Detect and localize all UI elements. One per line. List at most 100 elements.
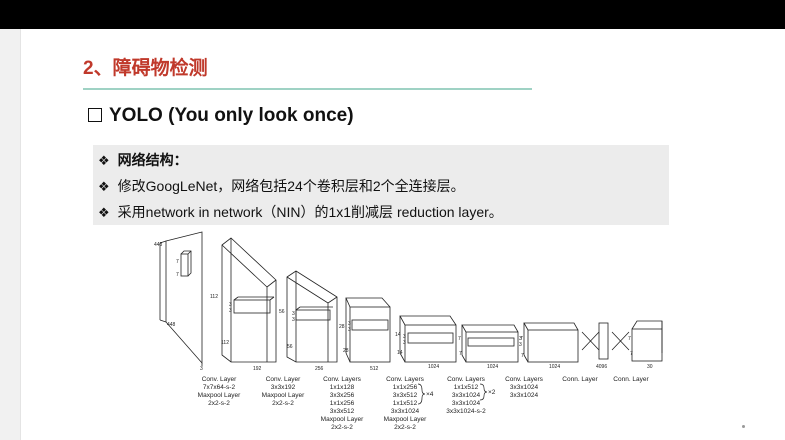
layer-label: 3x3x512	[330, 408, 355, 415]
layer-label: 1x1x512	[393, 400, 418, 407]
block6-edge	[523, 354, 529, 363]
block1-edge	[221, 244, 268, 288]
dim-label: 56	[287, 344, 293, 350]
layer-label: 1x1x256	[393, 384, 418, 391]
dim-label: 3	[348, 327, 351, 333]
input-kernel-box	[180, 253, 189, 277]
block3-top	[345, 297, 391, 308]
input-kernel-depth	[180, 250, 192, 277]
dim-label: 1024	[428, 364, 439, 370]
input-image-slab	[165, 231, 203, 365]
dim-label: 7	[628, 336, 631, 342]
layer-label: Conv. Layers	[505, 376, 544, 383]
block5-edge	[461, 354, 467, 363]
block5-top	[461, 324, 519, 333]
block5-kernel-box	[467, 337, 515, 347]
layer-label: Conn. Layer	[562, 376, 598, 383]
dim-label: 448	[154, 242, 163, 248]
dim-label: 448	[167, 322, 176, 328]
layer-label: Maxpool Layer	[262, 392, 305, 399]
repeat-count: ×2	[488, 389, 496, 396]
repeat-brace	[479, 383, 488, 401]
layer-label: 3x3x1024-s-2	[446, 408, 486, 415]
dim-label: 7	[176, 259, 179, 265]
dim-label: 1024	[549, 364, 560, 370]
dim-label: 28	[339, 324, 345, 330]
fc-layer-4096	[598, 322, 609, 360]
layer-label: 2x2-s-2	[208, 400, 230, 407]
dim-label: 3	[403, 340, 406, 346]
block4-top	[399, 315, 457, 326]
dim-label: 7	[176, 272, 179, 278]
layer-label: 3x3x1024	[510, 392, 539, 399]
dim-label: 56	[279, 309, 285, 315]
output-front	[631, 328, 663, 362]
block6-front	[527, 329, 579, 363]
layer-label: Maxpool Layer	[198, 392, 241, 399]
layer-label: Conv. Layers	[386, 376, 425, 383]
layer-label: 3x3x1024	[452, 400, 481, 407]
dim-label: 30	[647, 364, 653, 370]
block3-front	[349, 306, 391, 363]
layer-label: Maxpool Layer	[384, 416, 427, 423]
block5-front	[465, 331, 519, 363]
layer-label: 1x1x512	[454, 384, 479, 391]
slide-dot	[742, 425, 745, 428]
block2-edge	[327, 296, 338, 304]
block1-kernel-depth	[233, 296, 239, 301]
layer-label: 3x3x512	[393, 392, 418, 399]
layer-label: 3x3x192	[271, 384, 296, 391]
layer-label: Conv. Layer	[266, 376, 301, 383]
layer-label: 1x1x256	[330, 400, 355, 407]
block4-kernel-box	[407, 332, 454, 344]
block2-kernel-box	[295, 309, 331, 321]
dim-label: 14	[395, 332, 401, 338]
layer-label: Conv. Layers	[447, 376, 486, 383]
output-top	[631, 320, 663, 353]
dim-label: 256	[315, 366, 324, 372]
dim-label: 4096	[596, 364, 607, 370]
dim-label: 7	[521, 353, 524, 359]
dim-label: 192	[253, 366, 262, 372]
layer-label: 3x3x1024	[452, 392, 481, 399]
layer-label: Conv. Layer	[202, 376, 237, 383]
input-kernel-depth	[187, 250, 192, 255]
dim-label: 512	[370, 366, 379, 372]
dim-label: 112	[221, 340, 229, 346]
layer-label: Conn. Layer	[613, 376, 649, 383]
dim-label: 14	[397, 350, 403, 356]
repeat-count: ×4	[426, 391, 434, 398]
block1-kernel-depth	[269, 296, 275, 301]
dim-label: 3	[200, 366, 203, 372]
dim-label: 7	[459, 351, 462, 357]
repeat-brace	[417, 383, 426, 405]
block2-edge	[286, 276, 329, 304]
block4-front	[404, 324, 457, 363]
block1-kernel-box	[233, 299, 271, 314]
block3-edge	[345, 352, 351, 363]
block2-kernel-depth	[295, 306, 301, 311]
dim-label: 7	[520, 336, 523, 342]
dim-label: 3	[519, 342, 522, 348]
dim-label: 3	[229, 308, 232, 314]
block3-kernel-box	[351, 319, 389, 331]
input-edge	[159, 319, 167, 323]
dim-label: 7	[630, 351, 633, 357]
dim-label: 112	[210, 294, 218, 300]
layer-label: 3x3x256	[330, 392, 355, 399]
layer-label: 3x3x1024	[391, 408, 420, 415]
block6-top	[523, 322, 579, 331]
layer-label: 7x7x64-s-2	[203, 384, 236, 391]
layer-label: Conv. Layers	[323, 376, 362, 383]
layer-label: Maxpool Layer	[321, 416, 364, 423]
yolo-architecture-diagram: 448 448 3 7 7 112 112 192 3 3 56 56 256 …	[154, 231, 663, 431]
dim-label: 1024	[487, 364, 498, 370]
layer-label: 2x2-s-2	[331, 424, 353, 431]
layer-label: 2x2-s-2	[272, 400, 294, 407]
layer-label: 1x1x128	[330, 384, 355, 391]
dim-label: 28	[343, 348, 349, 354]
dim-label: 7	[458, 336, 461, 342]
layer-label: 3x3x1024	[510, 384, 539, 391]
block1-edge	[266, 279, 277, 288]
layer-label: 2x2-s-2	[394, 424, 416, 431]
